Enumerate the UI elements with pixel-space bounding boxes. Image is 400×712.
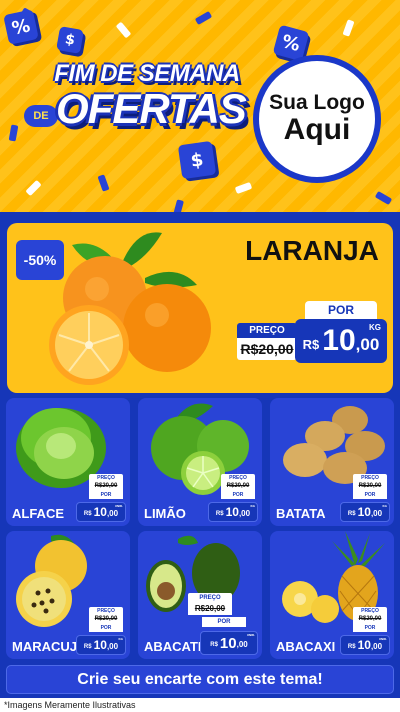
price-int: 10 — [93, 638, 107, 652]
confetti-3 — [194, 10, 213, 26]
featured-product-card[interactable]: -50% LARANJA POR PREÇO R$20,00 R$ 10 ,00… — [7, 223, 393, 393]
featured-old-price: R$20,00 — [237, 338, 297, 360]
percent-cube-icon: % — [3, 9, 39, 45]
product-name: ABACATE — [144, 639, 207, 654]
old-price: R$20,00 — [353, 482, 387, 491]
price-tag: R$ 10 ,00 UNID. — [200, 631, 258, 655]
featured-por-label: POR — [305, 301, 377, 319]
price-dec: ,00 — [106, 509, 119, 518]
old-price-label: PREÇO — [188, 593, 232, 603]
product-name: ABACAXI — [276, 639, 336, 654]
old-price-label: PREÇO — [353, 474, 387, 482]
por-label: POR — [221, 491, 255, 499]
por-label: POR — [353, 491, 387, 499]
price-int: 10 — [225, 505, 239, 519]
confetti-7 — [25, 179, 42, 197]
logo-placeholder[interactable]: Sua Logo Aqui — [253, 55, 381, 183]
unit: UNID. — [114, 504, 123, 508]
old-price-label: PREÇO — [89, 474, 123, 482]
headline-top: FIM DE SEMANA — [54, 60, 240, 87]
confetti-8 — [374, 190, 393, 206]
price-tag: R$ 10 ,00 KG — [340, 502, 390, 522]
product-card-alface[interactable]: PREÇO R$20,00 POR ALFACE R$ 10 ,00 UNID. — [6, 398, 130, 526]
confetti-4 — [342, 19, 355, 37]
product-card-limao[interactable]: PREÇO R$20,00 POR LIMÃO R$ 10 ,00 KG — [138, 398, 262, 526]
price-dec: ,00 — [238, 509, 251, 518]
old-price: R$20,00 — [188, 603, 232, 615]
price-tag: R$ 10 ,00 KG — [76, 635, 126, 655]
header-banner: % $ % $ FIM DE SEMANA DE OFERTAS Sua Log… — [0, 0, 400, 212]
featured-price-dec: ,00 — [355, 335, 380, 354]
product-name: ALFACE — [12, 506, 64, 521]
price-dec: ,00 — [236, 640, 248, 649]
currency: R$ — [83, 643, 92, 650]
disclaimer-text: *Imagens Meramente Ilustrativas — [0, 698, 400, 712]
por-label: POR — [89, 624, 123, 632]
old-price-label: PREÇO — [353, 607, 387, 615]
product-card-maracuja[interactable]: PREÇO R$20,00 POR MARACUJÁ R$ 10 ,00 KG — [6, 531, 130, 659]
headline-connector: DE — [24, 105, 58, 127]
old-price: R$20,00 — [89, 615, 123, 624]
por-label: POR — [353, 624, 387, 632]
featured-preco-label: PREÇO — [237, 323, 297, 338]
confetti-2 — [115, 21, 132, 39]
unit: KG — [250, 504, 256, 508]
headline-main: OFERTAS — [56, 85, 247, 132]
avocado-image — [146, 535, 240, 612]
featured-price-tag: R$ 10 ,00 KG — [295, 319, 387, 363]
old-price: R$20,00 — [89, 482, 123, 491]
price-int: 10 — [357, 638, 371, 652]
old-price: R$20,00 — [221, 482, 255, 491]
product-name: BATATA — [276, 506, 326, 521]
price-dec: ,00 — [370, 642, 383, 651]
confetti-9 — [173, 199, 184, 212]
featured-price-int: 10 — [322, 324, 356, 357]
dollar-cube-icon: $ — [177, 140, 217, 180]
discount-badge: -50% — [16, 240, 64, 280]
unit: UNID. — [246, 633, 255, 637]
por-label: POR — [202, 617, 246, 627]
unit: UNID. — [378, 637, 387, 641]
currency: R$ — [210, 641, 218, 648]
create-flyer-button[interactable]: Crie seu encarte com este tema! — [6, 665, 394, 694]
confetti-6 — [97, 174, 110, 192]
old-price: R$20,00 — [353, 615, 387, 624]
por-label: POR — [89, 491, 123, 499]
confetti-10 — [8, 124, 19, 142]
confetti-5 — [234, 181, 253, 195]
product-card-abacaxi[interactable]: PREÇO R$20,00 POR ABACAXI R$ 10 ,00 UNID… — [270, 531, 394, 659]
currency: R$ — [215, 510, 224, 517]
price-tag: R$ 10 ,00 KG — [208, 502, 258, 522]
logo-line-1: Sua Logo — [269, 91, 365, 115]
currency: R$ — [347, 510, 356, 517]
product-card-abacate[interactable]: PREÇO R$20,00 POR ABACATE R$ 10 ,00 UNID… — [138, 531, 262, 659]
price-dec: ,00 — [106, 642, 119, 651]
product-name: LIMÃO — [144, 506, 186, 521]
price-tag: R$ 10 ,00 UNID. — [340, 635, 390, 655]
featured-currency: R$ — [302, 336, 320, 352]
price-int: 10 — [357, 505, 371, 519]
unit: KG — [118, 637, 124, 641]
old-price-label: PREÇO — [89, 607, 123, 615]
currency: R$ — [347, 643, 356, 650]
unit: KG — [382, 504, 388, 508]
dollar-cube-icon: $ — [56, 26, 84, 54]
currency: R$ — [83, 510, 92, 517]
old-price-label: PREÇO — [221, 474, 255, 482]
logo-line-2: Aqui — [283, 113, 351, 147]
product-card-batata[interactable]: PREÇO R$20,00 POR BATATA R$ 10 ,00 KG — [270, 398, 394, 526]
price-int: 10 — [219, 634, 237, 652]
price-int: 10 — [93, 505, 107, 519]
featured-unit: KG — [369, 323, 381, 332]
price-tag: R$ 10 ,00 UNID. — [76, 502, 126, 522]
price-dec: ,00 — [370, 509, 383, 518]
featured-product-name: LARANJA — [245, 235, 379, 266]
